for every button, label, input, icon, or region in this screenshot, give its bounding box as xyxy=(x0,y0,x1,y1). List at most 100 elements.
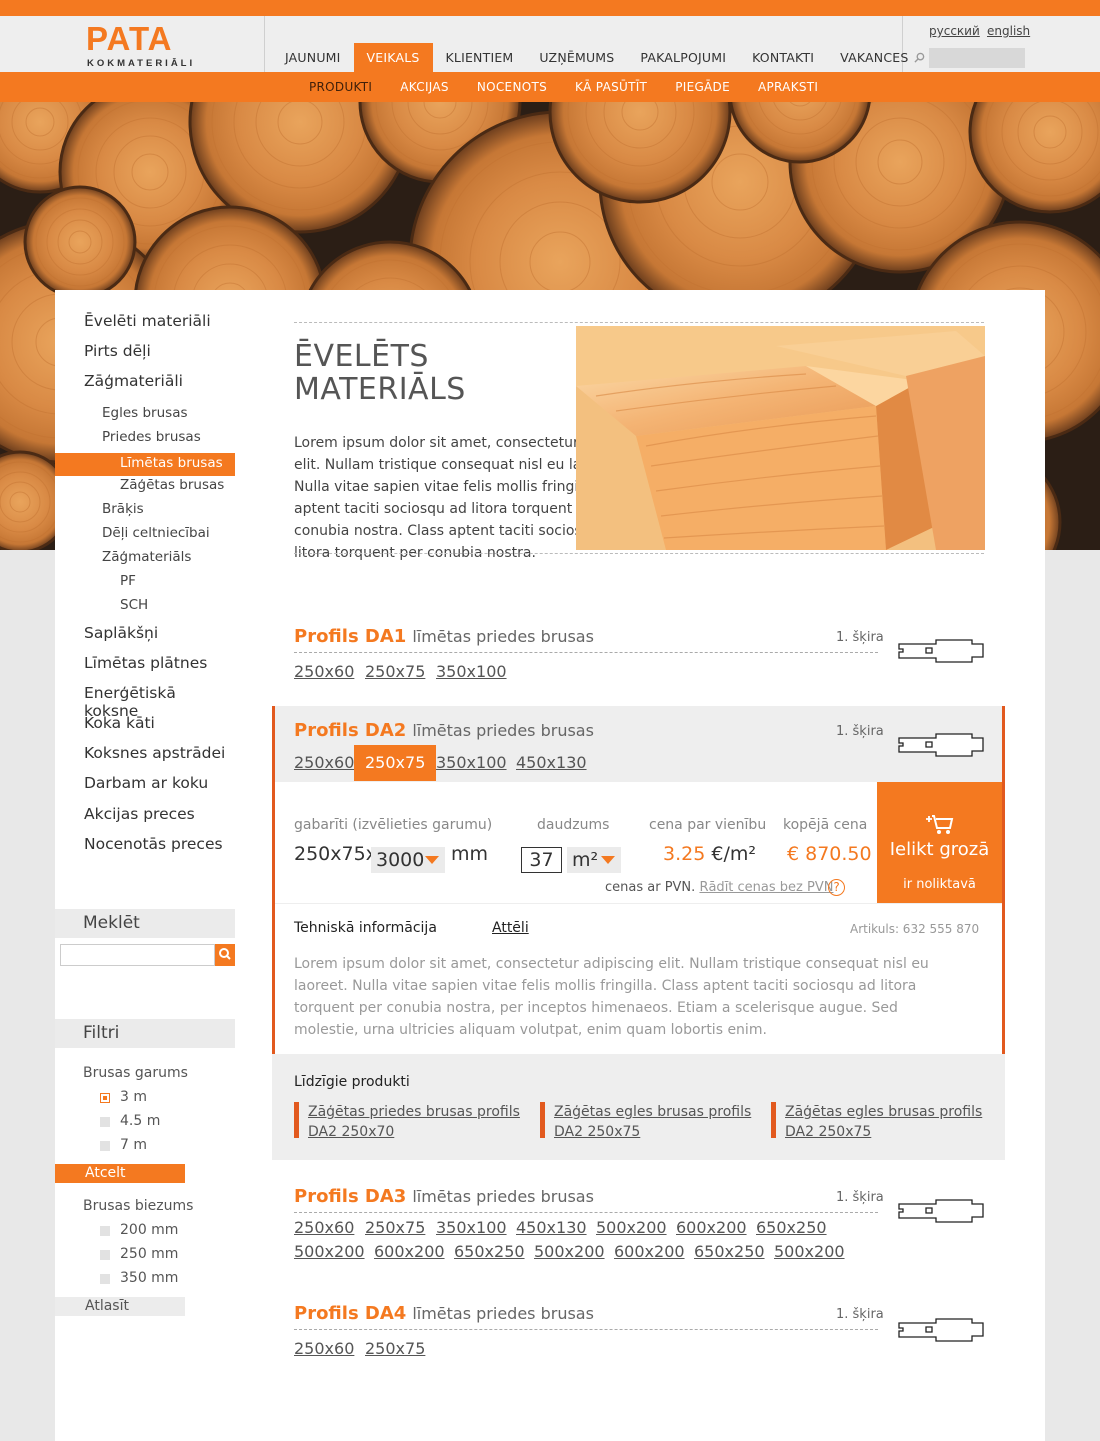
filter-option-label[interactable]: 200 mm xyxy=(120,1222,178,1238)
header-search-input[interactable] xyxy=(929,48,1025,68)
sidebar-item[interactable]: Zāģētas brusas xyxy=(120,477,224,493)
size-option[interactable]: 350x100 xyxy=(425,654,518,690)
divider xyxy=(264,16,265,72)
lang-english-link[interactable]: english xyxy=(987,24,1030,38)
sidebar-item[interactable]: Darbam ar koku xyxy=(84,774,208,792)
filter-checkbox[interactable] xyxy=(100,1117,110,1127)
divider xyxy=(294,652,878,653)
sidebar-item[interactable]: Nocenotās preces xyxy=(84,835,223,853)
sidebar-item[interactable]: PF xyxy=(120,573,136,589)
add-to-cart-button[interactable]: Ielikt grozā ir noliktavā xyxy=(877,782,1002,903)
sidebar-item[interactable]: Koksnes apstrādei xyxy=(84,744,225,762)
nav-kontakti[interactable]: KONTAKTI xyxy=(739,43,827,72)
quantity-label: daudzums xyxy=(537,817,610,833)
subnav-item[interactable]: KĀ PASŪTĪT xyxy=(561,72,661,102)
filter-option-label[interactable]: 250 mm xyxy=(120,1246,178,1262)
product-name: Profils DA3 xyxy=(294,1186,407,1207)
sidebar-search-input[interactable] xyxy=(60,944,215,966)
size-option[interactable]: 650x250 xyxy=(443,1238,536,1266)
apply-filter-button[interactable]: Atlasīt xyxy=(55,1297,185,1316)
sidebar-item[interactable]: Koka kāti xyxy=(84,714,155,732)
subnav-item[interactable]: APRAKSTI xyxy=(744,72,832,102)
profile-da2-icon xyxy=(898,733,984,757)
sidebar-item[interactable]: Dēļi celtniecībai xyxy=(102,525,210,541)
product-grade: 1. šķira xyxy=(836,724,884,739)
tab-images[interactable]: Attēli xyxy=(492,920,529,936)
filter-checkbox[interactable] xyxy=(100,1226,110,1236)
filter-option-label[interactable]: 4.5 m xyxy=(120,1113,160,1129)
product-title[interactable]: Profils DA3 līmētas priedes brusas xyxy=(294,1186,594,1207)
size-option[interactable]: 250x75 xyxy=(354,1331,436,1367)
nav-veikals[interactable]: VEIKALS xyxy=(353,43,433,72)
product-title[interactable]: Profils DA4 līmētas priedes brusas xyxy=(294,1303,594,1324)
sidebar-item-label: Līmētas brusas xyxy=(120,455,223,471)
product-row-da1: Profils DA1 līmētas priedes brusas 1. šķi… xyxy=(272,626,1005,696)
similar-product-link[interactable]: Zāģētas priedes brusas profils DA2 250x70 xyxy=(294,1102,520,1140)
filter-checkbox[interactable] xyxy=(100,1274,110,1284)
length-select[interactable]: 3000 xyxy=(371,847,445,873)
subnav-item[interactable]: NOCENOTS xyxy=(463,72,561,102)
nav-jaunumi[interactable]: JAUNUMI xyxy=(272,43,354,72)
similar-product-link[interactable]: Zāģētas egles brusas profils DA2 250x75 xyxy=(540,1102,752,1140)
product-desc: līmētas priedes brusas xyxy=(412,627,594,646)
profile-da1-icon xyxy=(898,639,984,663)
sidebar-search-button[interactable] xyxy=(215,944,235,966)
sidebar-item[interactable]: Līmētas plātnes xyxy=(84,654,207,672)
size-option[interactable]: 600x200 xyxy=(363,1238,456,1266)
size-option[interactable]: 500x200 xyxy=(523,1238,616,1266)
main-nav: JAUNUMI VEIKALS KLIENTIEM UZŅĒMUMS PAKALPOJU… xyxy=(272,43,922,72)
filter-option-label[interactable]: 7 m xyxy=(120,1137,147,1153)
subnav-item[interactable]: AKCIJAS xyxy=(386,72,463,102)
sidebar-item[interactable]: Priedes brusas xyxy=(102,429,201,445)
tab-technical-info[interactable]: Tehniskā informācija xyxy=(294,920,437,936)
filter-option-label[interactable]: 350 mm xyxy=(120,1270,178,1286)
lang-russian-link[interactable]: русский xyxy=(929,24,980,38)
sidebar-item[interactable]: Saplākšņi xyxy=(84,624,158,642)
chevron-down-icon xyxy=(601,856,615,864)
unit-select[interactable]: m² xyxy=(567,847,621,873)
size-option[interactable]: 500x200 xyxy=(283,1238,376,1266)
product-header: Profils DA2 līmētas priedes brusas 1. šķi… xyxy=(275,706,1002,782)
size-option[interactable]: 500x200 xyxy=(763,1238,856,1266)
sidebar-item[interactable]: Akcijas preces xyxy=(84,805,195,823)
reset-filter-button[interactable]: Atcelt xyxy=(55,1164,185,1183)
similar-product-name: Zāģētas egles brusas profils xyxy=(554,1104,752,1120)
product-title[interactable]: Profils DA2 līmētas priedes brusas xyxy=(294,720,594,741)
stock-status: ir noliktavā xyxy=(903,877,976,892)
filter-checkbox[interactable] xyxy=(100,1250,110,1260)
logo[interactable]: PATA KOKMATERIĀLI xyxy=(86,20,218,70)
size-option[interactable]: 450x130 xyxy=(505,745,598,781)
nav-vakances[interactable]: VAKANCES xyxy=(827,43,921,72)
quantity-input[interactable]: 37 xyxy=(521,847,562,873)
sidebar-item[interactable]: Zāģmateriāls xyxy=(102,549,191,565)
size-option[interactable]: 600x200 xyxy=(603,1238,696,1266)
sidebar-item[interactable]: Pirts dēļi xyxy=(84,342,151,360)
nav-pakalpojumi[interactable]: PAKALPOJUMI xyxy=(627,43,739,72)
sidebar-item-active[interactable]: Līmētas brusas xyxy=(55,453,235,476)
similar-product-link[interactable]: Zāģētas egles brusas profils DA2 250x75 xyxy=(771,1102,982,1140)
sidebar-item[interactable]: Brāķis xyxy=(102,501,144,517)
size-option[interactable]: 350x100 xyxy=(425,745,518,781)
product-title[interactable]: Profils DA1 līmētas priedes brusas xyxy=(294,626,594,647)
add-to-cart-icon xyxy=(926,815,954,834)
product-grade: 1. šķira xyxy=(836,630,884,645)
divider xyxy=(294,553,984,554)
size-option[interactable]: 650x250 xyxy=(683,1238,776,1266)
help-icon[interactable]: ? xyxy=(828,879,845,896)
filter-checkbox[interactable] xyxy=(100,1093,110,1103)
divider xyxy=(294,1329,878,1330)
length-select-value: 3000 xyxy=(376,849,425,871)
sidebar-item[interactable]: Ēvelēti materiāli xyxy=(84,312,211,330)
sidebar-item[interactable]: Egles brusas xyxy=(102,405,188,421)
sidebar-item[interactable]: SCH xyxy=(120,597,148,613)
nav-klientiem[interactable]: KLIENTIEM xyxy=(433,43,527,72)
product-name: Profils DA4 xyxy=(294,1303,407,1324)
length-unit: mm xyxy=(451,843,489,865)
filter-checkbox[interactable] xyxy=(100,1141,110,1151)
nav-uzņēmums[interactable]: UZŅĒMUMS xyxy=(526,43,627,72)
filter-option-label[interactable]: 3 m xyxy=(120,1089,147,1105)
show-prices-without-vat-link[interactable]: Rādīt cenas bez PVN xyxy=(699,880,833,895)
subnav-item[interactable]: PIEGĀDE xyxy=(661,72,744,102)
sidebar-item[interactable]: Zāģmateriāli xyxy=(84,372,183,390)
subnav-item[interactable]: PRODUKTI xyxy=(295,72,386,102)
